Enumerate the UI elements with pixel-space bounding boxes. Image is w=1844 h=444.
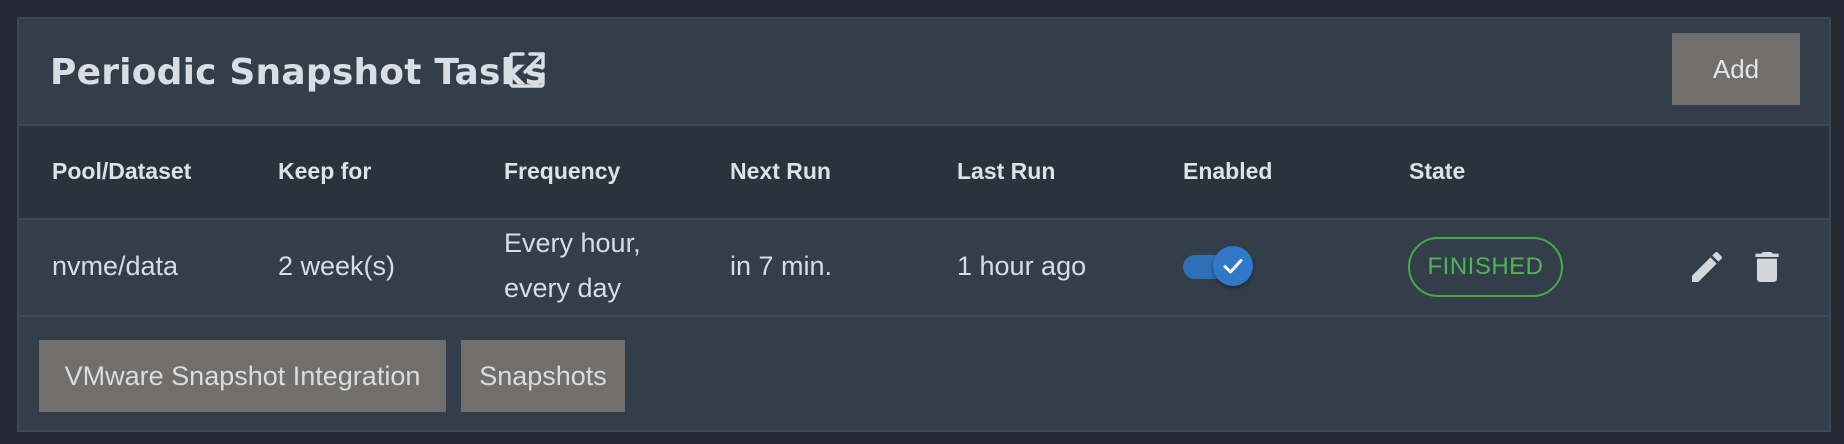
vmware-snapshot-integration-button[interactable]: VMware Snapshot Integration bbox=[39, 340, 446, 412]
cell-keep-for: 2 week(s) bbox=[278, 251, 396, 281]
periodic-snapshot-tasks-card: Periodic Snapshot Tasks Add Pool/Dataset… bbox=[17, 17, 1831, 432]
open-in-new-icon[interactable] bbox=[507, 50, 547, 90]
column-header-state[interactable]: State bbox=[1409, 156, 1465, 186]
card-title: Periodic Snapshot Tasks bbox=[50, 52, 547, 93]
column-header-last-run[interactable]: Last Run bbox=[957, 156, 1055, 186]
table-row: nvme/data 2 week(s) Every hour, every da… bbox=[19, 220, 1829, 317]
column-header-frequency[interactable]: Frequency bbox=[504, 156, 620, 186]
cell-next-run: in 7 min. bbox=[730, 251, 833, 281]
snapshots-button[interactable]: Snapshots bbox=[461, 340, 625, 412]
cell-frequency-line-1: Every hour, bbox=[504, 228, 641, 258]
state-badge: FINISHED bbox=[1408, 237, 1563, 297]
card-header: Periodic Snapshot Tasks Add bbox=[19, 19, 1829, 123]
table-header-row: Pool/Dataset Keep for Frequency Next Run… bbox=[19, 124, 1829, 220]
toggle-knob bbox=[1213, 246, 1253, 286]
cell-pool-dataset: nvme/data bbox=[52, 251, 179, 281]
check-icon bbox=[1223, 259, 1243, 274]
column-header-pool-dataset[interactable]: Pool/Dataset bbox=[52, 156, 191, 186]
column-header-keep-for[interactable]: Keep for bbox=[278, 156, 371, 186]
snapshot-tasks-table: Pool/Dataset Keep for Frequency Next Run… bbox=[19, 124, 1829, 321]
column-header-enabled[interactable]: Enabled bbox=[1183, 156, 1272, 186]
pencil-icon[interactable] bbox=[1687, 247, 1727, 292]
trash-icon[interactable] bbox=[1747, 247, 1787, 292]
cell-frequency-line-2: every day bbox=[504, 273, 622, 303]
cell-last-run: 1 hour ago bbox=[957, 251, 1087, 281]
enabled-toggle[interactable] bbox=[1183, 246, 1255, 286]
add-button[interactable]: Add bbox=[1672, 33, 1800, 105]
column-header-next-run[interactable]: Next Run bbox=[730, 156, 831, 186]
